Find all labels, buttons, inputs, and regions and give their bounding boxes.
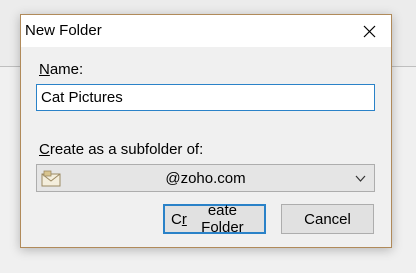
name-label-rest: ame: (49, 61, 84, 78)
folder-name-input[interactable] (36, 84, 375, 111)
chevron-down-icon (355, 175, 366, 182)
create-folder-button[interactable]: Cr eate Folder (163, 202, 266, 236)
dialog-titlebar: New Folder (21, 15, 391, 47)
parent-folder-dropdown[interactable]: @zoho.com (36, 164, 375, 192)
subfolder-label-access-key: C (39, 141, 50, 158)
close-button[interactable] (347, 15, 391, 47)
cancel-button[interactable]: Cancel (281, 204, 374, 234)
name-label: Name: (39, 61, 83, 78)
close-icon (363, 25, 375, 37)
create-button-post: eate Folder (201, 202, 244, 236)
name-label-access-key: N (39, 61, 50, 78)
subfolder-label: Create as a subfolder of: (39, 141, 203, 158)
subfolder-label-rest: reate as a subfolder of: (49, 141, 204, 158)
create-button-pre: C (171, 210, 182, 228)
new-folder-dialog: New Folder Name: Create as a subfolder o… (20, 14, 392, 248)
dropdown-selected-value: @zoho.com (165, 170, 246, 187)
dialog-title: New Folder (25, 22, 102, 39)
